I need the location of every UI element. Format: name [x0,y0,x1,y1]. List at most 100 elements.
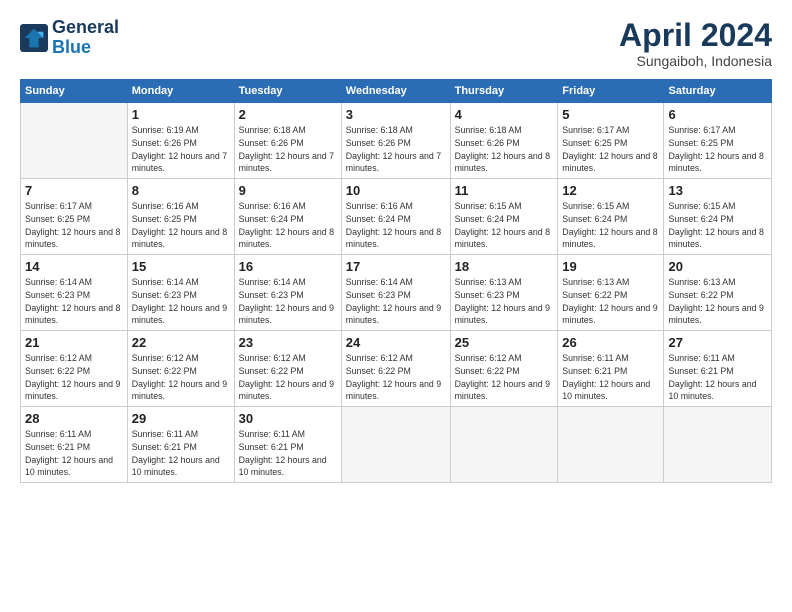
sunset-text: Sunset: 6:21 PM [562,366,627,376]
day-number: 18 [455,259,554,274]
table-cell: 3Sunrise: 6:18 AMSunset: 6:26 PMDaylight… [341,103,450,179]
table-cell: 5Sunrise: 6:17 AMSunset: 6:25 PMDaylight… [558,103,664,179]
calendar-row: 1Sunrise: 6:19 AMSunset: 6:26 PMDaylight… [21,103,772,179]
daylight-text: Daylight: 12 hours and 8 minutes. [25,303,120,326]
day-info: Sunrise: 6:16 AMSunset: 6:24 PMDaylight:… [239,200,337,251]
day-info: Sunrise: 6:18 AMSunset: 6:26 PMDaylight:… [455,124,554,175]
daylight-text: Daylight: 12 hours and 7 minutes. [239,151,334,174]
sunset-text: Sunset: 6:22 PM [239,366,304,376]
sunset-text: Sunset: 6:24 PM [346,214,411,224]
page-header: General Blue April 2024 Sungaiboh, Indon… [20,18,772,69]
day-info: Sunrise: 6:11 AMSunset: 6:21 PMDaylight:… [25,428,123,479]
sunset-text: Sunset: 6:21 PM [25,442,90,452]
sunrise-text: Sunrise: 6:14 AM [132,277,199,287]
daylight-text: Daylight: 12 hours and 9 minutes. [346,379,441,402]
sunset-text: Sunset: 6:21 PM [132,442,197,452]
sunrise-text: Sunrise: 6:16 AM [132,201,199,211]
day-number: 26 [562,335,659,350]
sunset-text: Sunset: 6:23 PM [25,290,90,300]
col-monday: Monday [127,80,234,103]
day-info: Sunrise: 6:17 AMSunset: 6:25 PMDaylight:… [25,200,123,251]
table-cell: 6 Sunrise: 6:17 AMSunset: 6:25 PMDaylight… [664,103,772,179]
day-number: 9 [239,183,337,198]
sunset-text: Sunset: 6:25 PM [668,138,733,148]
sunrise-text: Sunrise: 6:15 AM [562,201,629,211]
day-info: Sunrise: 6:11 AMSunset: 6:21 PMDaylight:… [668,352,767,403]
day-number: 17 [346,259,446,274]
sunrise-text: Sunrise: 6:17 AM [25,201,92,211]
table-cell: 13Sunrise: 6:15 AMSunset: 6:24 PMDayligh… [664,179,772,255]
logo-icon [20,24,48,52]
sunset-text: Sunset: 6:22 PM [132,366,197,376]
sunrise-text: Sunrise: 6:13 AM [668,277,735,287]
daylight-text: Daylight: 12 hours and 8 minutes. [562,227,657,250]
day-info: Sunrise: 6:11 AMSunset: 6:21 PMDaylight:… [132,428,230,479]
sunrise-text: Sunrise: 6:12 AM [132,353,199,363]
daylight-text: Daylight: 12 hours and 8 minutes. [562,151,657,174]
daylight-text: Daylight: 12 hours and 8 minutes. [239,227,334,250]
table-cell: 16Sunrise: 6:14 AMSunset: 6:23 PMDayligh… [234,255,341,331]
table-cell: 30Sunrise: 6:11 AMSunset: 6:21 PMDayligh… [234,407,341,483]
day-info: Sunrise: 6:12 AMSunset: 6:22 PMDaylight:… [25,352,123,403]
day-info: Sunrise: 6:11 AMSunset: 6:21 PMDaylight:… [562,352,659,403]
day-info: Sunrise: 6:15 AMSunset: 6:24 PMDaylight:… [668,200,767,251]
daylight-text: Daylight: 12 hours and 9 minutes. [25,379,120,402]
sunrise-text: Sunrise: 6:18 AM [346,125,413,135]
day-number: 23 [239,335,337,350]
day-info: Sunrise: 6:15 AMSunset: 6:24 PMDaylight:… [455,200,554,251]
sunset-text: Sunset: 6:24 PM [455,214,520,224]
sunset-text: Sunset: 6:25 PM [132,214,197,224]
day-info: Sunrise: 6:12 AMSunset: 6:22 PMDaylight:… [346,352,446,403]
sunrise-text: Sunrise: 6:11 AM [668,353,734,363]
table-cell [664,407,772,483]
day-number: 15 [132,259,230,274]
day-number: 16 [239,259,337,274]
day-number: 27 [668,335,767,350]
table-cell: 14Sunrise: 6:14 AMSunset: 6:23 PMDayligh… [21,255,128,331]
title-block: April 2024 Sungaiboh, Indonesia [619,18,772,69]
day-info: Sunrise: 6:18 AMSunset: 6:26 PMDaylight:… [239,124,337,175]
day-info: Sunrise: 6:13 AMSunset: 6:23 PMDaylight:… [455,276,554,327]
table-cell: 27Sunrise: 6:11 AMSunset: 6:21 PMDayligh… [664,331,772,407]
day-number: 14 [25,259,123,274]
sunset-text: Sunset: 6:24 PM [562,214,627,224]
sunset-text: Sunset: 6:21 PM [668,366,733,376]
day-info: Sunrise: 6:12 AMSunset: 6:22 PMDaylight:… [455,352,554,403]
sunset-text: Sunset: 6:22 PM [562,290,627,300]
table-cell: 22Sunrise: 6:12 AMSunset: 6:22 PMDayligh… [127,331,234,407]
sunset-text: Sunset: 6:26 PM [132,138,197,148]
daylight-text: Daylight: 12 hours and 10 minutes. [25,455,113,478]
daylight-text: Daylight: 12 hours and 9 minutes. [132,303,227,326]
daylight-text: Daylight: 12 hours and 7 minutes. [132,151,227,174]
calendar-table: Sunday Monday Tuesday Wednesday Thursday… [20,79,772,483]
day-number: 8 [132,183,230,198]
col-wednesday: Wednesday [341,80,450,103]
sunrise-text: Sunrise: 6:15 AM [668,201,735,211]
daylight-text: Daylight: 12 hours and 8 minutes. [132,227,227,250]
day-info: Sunrise: 6:14 AMSunset: 6:23 PMDaylight:… [346,276,446,327]
daylight-text: Daylight: 12 hours and 9 minutes. [239,379,334,402]
day-info: Sunrise: 6:14 AMSunset: 6:23 PMDaylight:… [132,276,230,327]
sunrise-text: Sunrise: 6:12 AM [455,353,522,363]
sunset-text: Sunset: 6:24 PM [668,214,733,224]
table-cell: 12Sunrise: 6:15 AMSunset: 6:24 PMDayligh… [558,179,664,255]
day-info: Sunrise: 6:13 AMSunset: 6:22 PMDaylight:… [668,276,767,327]
sunrise-text: Sunrise: 6:19 AM [132,125,199,135]
table-cell: 24Sunrise: 6:12 AMSunset: 6:22 PMDayligh… [341,331,450,407]
sunset-text: Sunset: 6:23 PM [239,290,304,300]
logo: General Blue [20,18,119,58]
day-info: Sunrise: 6:11 AMSunset: 6:21 PMDaylight:… [239,428,337,479]
sunrise-text: Sunrise: 6:14 AM [346,277,413,287]
day-info: Sunrise: 6:16 AM Sunset: 6:25 PM Daylight:… [132,200,230,251]
sunset-text: Sunset: 6:21 PM [239,442,304,452]
table-cell: 2Sunrise: 6:18 AMSunset: 6:26 PMDaylight… [234,103,341,179]
table-cell [450,407,558,483]
daylight-text: Daylight: 12 hours and 8 minutes. [346,227,441,250]
sunrise-text: Sunrise: 6:12 AM [346,353,413,363]
sunrise-text: Sunrise: 6:13 AM [562,277,629,287]
table-cell: 8 Sunrise: 6:16 AM Sunset: 6:25 PM Daylight… [127,179,234,255]
day-number: 6 [668,107,767,122]
sunrise-text: Sunrise: 6:18 AM [455,125,522,135]
daylight-text: Daylight: 12 hours and 8 minutes. [668,151,763,174]
day-info: Sunrise: 6:17 AMSunset: 6:25 PMDaylight:… [668,124,767,175]
